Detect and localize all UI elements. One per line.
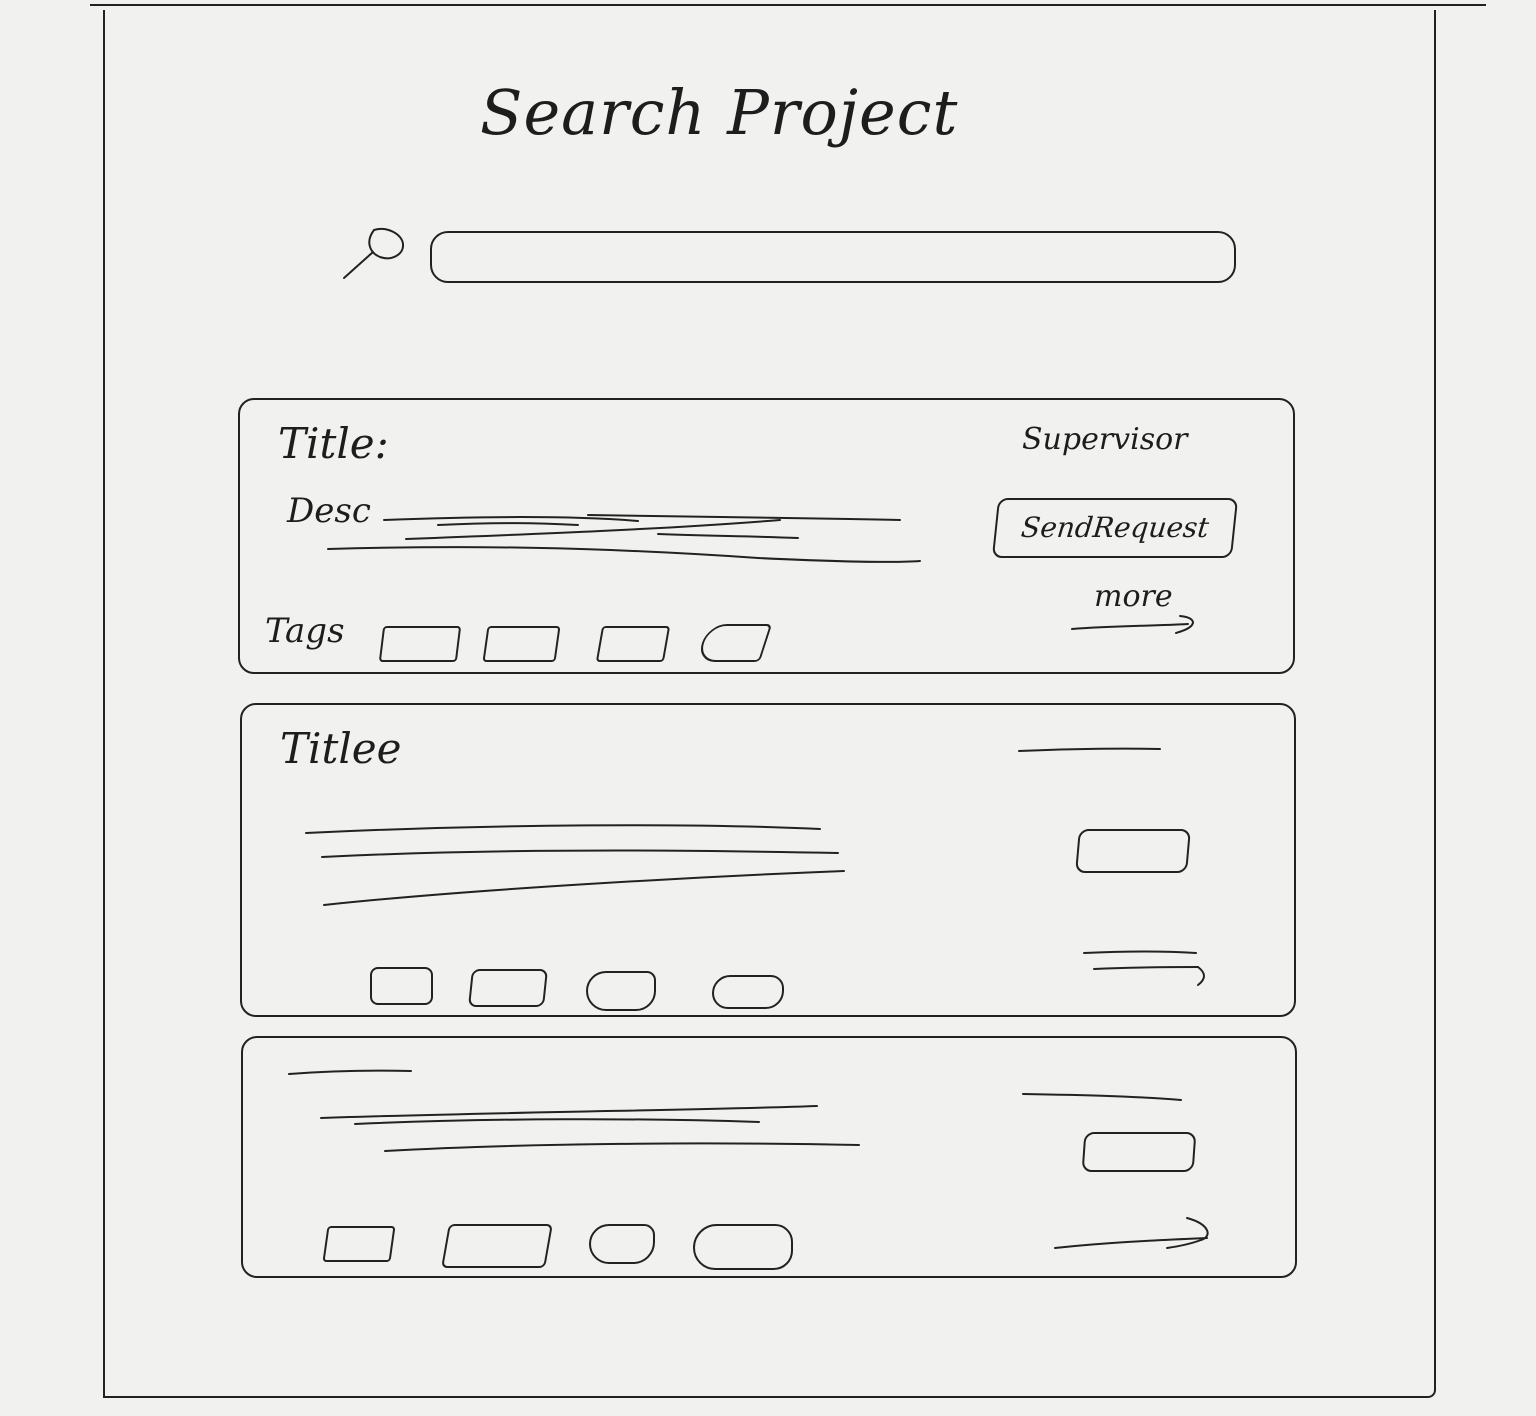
tag-chip[interactable] (441, 1224, 553, 1268)
send-request-button[interactable]: SendRequest (991, 498, 1239, 558)
tag-chip[interactable] (482, 626, 561, 662)
tags-label: Tags (265, 611, 345, 651)
project-title: Title: (278, 419, 389, 468)
tag-chip[interactable] (693, 1224, 793, 1270)
tag-chip[interactable] (595, 626, 671, 662)
more-link[interactable]: more (1070, 578, 1210, 636)
project-card (241, 1036, 1297, 1278)
tag-chip[interactable] (589, 1224, 655, 1264)
description-scribble (305, 824, 845, 906)
arrow-right-icon[interactable] (1082, 949, 1212, 991)
title-scribble (288, 1069, 412, 1075)
tag-chip[interactable] (586, 971, 656, 1011)
top-divider (90, 4, 1486, 6)
project-card: Title: Desc Tags Supervisor SendRequest … (238, 398, 1295, 674)
supervisor-scribble (1018, 747, 1161, 752)
project-title: Titlee (280, 724, 402, 773)
tag-chip[interactable] (378, 626, 462, 662)
search-input[interactable] (430, 231, 1236, 283)
supervisor-label: Supervisor (1022, 422, 1188, 457)
search-icon[interactable] (338, 224, 406, 282)
send-request-button[interactable] (1081, 1132, 1197, 1172)
tag-chip[interactable] (712, 975, 784, 1009)
tag-chip[interactable] (468, 969, 548, 1007)
arrow-right-icon (1071, 615, 1194, 634)
description-scribble (327, 514, 921, 563)
arrow-right-icon[interactable] (1053, 1212, 1213, 1258)
tag-chip[interactable] (370, 967, 433, 1005)
page-title: Search Project (480, 76, 959, 149)
description-scribble (320, 1105, 860, 1152)
project-card: Titlee (240, 703, 1296, 1017)
tag-chip[interactable] (322, 1226, 396, 1262)
supervisor-scribble (1022, 1093, 1182, 1101)
send-request-button[interactable] (1075, 829, 1191, 873)
tag-chip[interactable] (695, 624, 773, 662)
